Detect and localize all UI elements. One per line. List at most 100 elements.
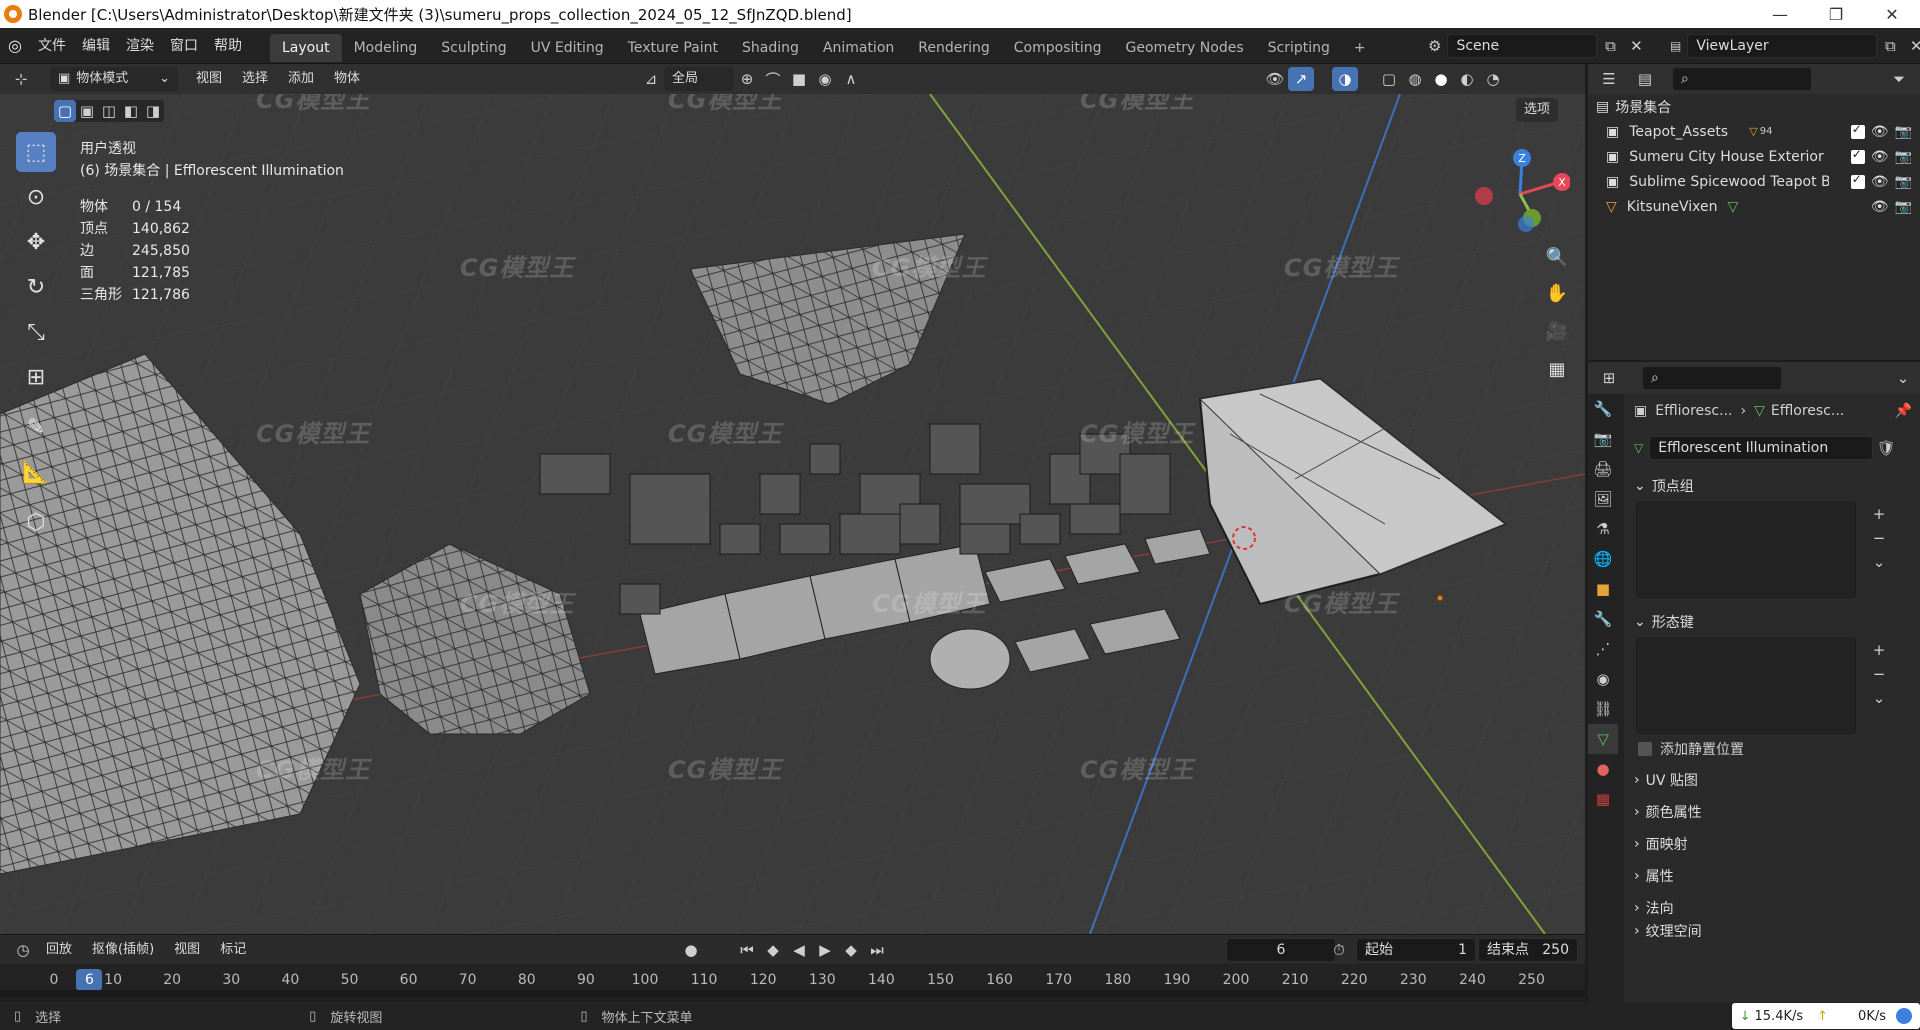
play-reverse-icon[interactable]: ◀ [786,938,812,962]
snap-target-icon[interactable]: ■ [786,67,812,91]
outliner-editor-icon[interactable]: ☰ [1596,67,1622,91]
filter-icon[interactable]: ⏷ [1886,67,1912,91]
eye-icon[interactable]: 👁 [1871,174,1889,190]
camera-view-icon[interactable]: 🎥 [1540,314,1574,348]
material-shading-icon[interactable]: ◐ [1454,67,1480,91]
fake-user-shield-icon[interactable]: 🛡 [1873,436,1899,460]
wireframe-shading-icon[interactable]: ◍ [1402,67,1428,91]
measure-tool-icon[interactable]: 📐 [16,452,56,492]
vp-menu-view[interactable]: 视图 [186,64,232,94]
scene-tab-icon[interactable]: ⚗ [1588,514,1618,544]
panel-uv-maps[interactable]: › UV 贴图 [1628,764,1920,796]
gizmo-toggle-icon[interactable]: ↗ [1288,67,1314,91]
physics-tab-icon[interactable]: ◉ [1588,664,1618,694]
time-icon[interactable]: ⏱ [1326,938,1352,962]
ortho-grid-icon[interactable]: ▦ [1540,352,1574,386]
tool-tab-icon[interactable]: 🔧 [1588,394,1618,424]
shape-keys-list[interactable] [1636,638,1856,734]
particles-tab-icon[interactable]: ⋰ [1588,634,1618,664]
remove-scene-icon[interactable]: ✕ [1623,34,1649,58]
current-frame-field[interactable]: 6 [1226,938,1336,962]
outliner-root[interactable]: ▤ 场景集合 [1588,94,1920,119]
add-vertex-group-icon[interactable]: + [1866,502,1892,526]
add-shape-key-icon[interactable]: + [1866,638,1892,662]
timeline-scrollbar[interactable] [0,990,1585,998]
marker-menu[interactable]: 标记 [210,935,256,965]
tab-scripting[interactable]: Scripting [1256,34,1342,62]
output-tab-icon[interactable]: 🖨 [1588,454,1618,484]
play-icon[interactable]: ▶ [812,938,838,962]
modifier-tab-icon[interactable]: 🔧 [1588,604,1618,634]
tab-layout[interactable]: Layout [269,34,342,62]
object-tab-icon[interactable]: ■ [1588,574,1618,604]
exclude-checkbox[interactable] [1850,172,1865,189]
vertex-group-menu-icon[interactable]: ⌄ [1866,550,1892,574]
transform-tool-icon[interactable]: ⊞ [16,357,56,397]
scale-tool-icon[interactable]: ⤡ [16,312,56,352]
tab-geometry-nodes[interactable]: Geometry Nodes [1114,34,1256,62]
zoom-icon[interactable]: 🔍 [1540,240,1574,274]
vertex-groups-list[interactable] [1636,502,1856,598]
exclude-checkbox[interactable] [1850,122,1865,139]
keying-menu[interactable]: 抠像(插帧) [82,935,164,965]
solid-shading-icon[interactable]: ● [1428,67,1454,91]
move-tool-icon[interactable]: ✥ [16,222,56,262]
remove-shape-key-icon[interactable]: − [1866,662,1892,686]
navigation-gizmo[interactable]: Z X [1460,144,1570,244]
pan-hand-icon[interactable]: ✋ [1540,276,1574,310]
menu-edit[interactable]: 编辑 [74,28,118,64]
add-workspace-button[interactable]: + [1342,34,1378,62]
select-intersect-icon[interactable]: ◨ [142,100,164,122]
playhead[interactable]: 6 [76,969,103,991]
add-rest-checkbox[interactable] [1638,742,1652,756]
snap-icon[interactable]: ⌒ [760,67,786,91]
rendered-shading-icon[interactable]: ◔ [1480,67,1506,91]
pin-icon[interactable]: 📌 [1895,403,1912,419]
falloff-icon[interactable]: ∧ [838,67,864,91]
chevron-down-icon[interactable]: ⌄ [1890,366,1916,390]
tab-texture-paint[interactable]: Texture Paint [616,34,730,62]
new-scene-icon[interactable]: ⧉ [1597,34,1623,58]
menu-window[interactable]: 窗口 [162,28,206,64]
options-dropdown[interactable]: 选项 [1516,98,1559,122]
eye-icon[interactable]: 👁 [1871,124,1889,140]
mesh-data-tab-icon[interactable]: ▽ [1588,724,1618,754]
new-view-layer-icon[interactable]: ⧉ [1877,34,1903,58]
jump-start-icon[interactable]: ⏮ [734,938,760,962]
close-button[interactable]: ✕ [1864,5,1920,24]
outliner-item-sumeru-house[interactable]: ▣ Sumeru City House Exterior Inte 👁 📷 [1588,144,1920,169]
rotate-tool-icon[interactable]: ↻ [16,267,56,307]
camera-icon[interactable]: 📷 [1895,124,1912,140]
eye-icon[interactable]: 👁 [1871,199,1889,215]
proportional-edit-icon[interactable]: ◉ [812,67,838,91]
remove-view-layer-icon[interactable]: ✕ [1903,34,1920,58]
material-tab-icon[interactable]: ● [1588,754,1618,784]
panel-attributes[interactable]: › 属性 [1628,860,1920,892]
view-layer-tab-icon[interactable]: 🖼 [1588,484,1618,514]
select-subtract-icon[interactable]: ◫ [98,100,120,122]
breadcrumb-object[interactable]: Efflioresc... [1655,403,1732,419]
texture-tab-icon[interactable]: ▦ [1588,784,1618,814]
world-tab-icon[interactable]: 🌐 [1588,544,1618,574]
vp-menu-add[interactable]: 添加 [278,64,324,94]
timeline-view-menu[interactable]: 视图 [164,935,210,965]
tab-modeling[interactable]: Modeling [342,34,430,62]
select-invert-icon[interactable]: ◧ [120,100,142,122]
eye-icon[interactable]: 👁 [1871,149,1889,165]
properties-search-input[interactable]: ⌕ [1642,366,1782,390]
vp-menu-object[interactable]: 物体 [324,64,370,94]
panel-face-maps[interactable]: › 面映射 [1628,828,1920,860]
blender-menu-icon[interactable]: ◎ [0,28,30,64]
display-mode-icon[interactable]: ▤ [1632,67,1658,91]
render-tab-icon[interactable]: 📷 [1588,424,1618,454]
maximize-button[interactable]: ❐ [1808,5,1864,24]
prev-keyframe-icon[interactable]: ◆ [760,938,786,962]
mode-selector[interactable]: ▣ 物体模式 ⌄ [50,67,178,91]
outliner-item-spicewood-teapot[interactable]: ▣ Sublime Spicewood Teapot Buil 👁 📷 [1588,169,1920,194]
next-keyframe-icon[interactable]: ◆ [838,938,864,962]
properties-editor-icon[interactable]: ⊞ [1596,366,1622,390]
timeline-editor-icon[interactable]: ◷ [10,938,36,962]
xray-toggle-icon[interactable]: ▢ [1376,67,1402,91]
select-new-icon[interactable]: ▢ [54,100,76,122]
scene-selector[interactable]: Scene [1447,34,1598,58]
